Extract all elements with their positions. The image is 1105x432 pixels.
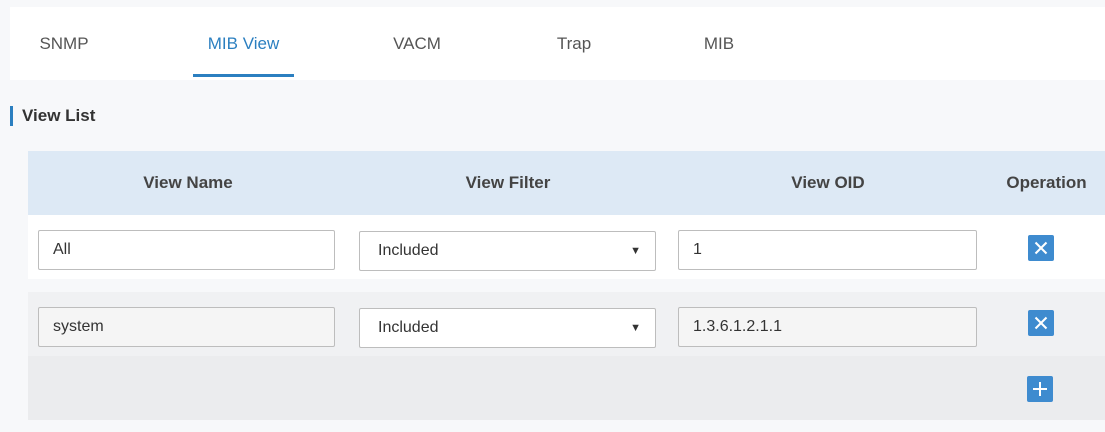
tab-vacm[interactable]: VACM (380, 7, 454, 80)
view-name-input[interactable] (38, 230, 335, 270)
plus-icon (1033, 382, 1047, 396)
table-row: Included ▼ (28, 292, 1105, 356)
tab-trap[interactable]: Trap (543, 7, 605, 80)
add-row (28, 356, 1105, 420)
column-header-view-name: View Name (143, 173, 233, 192)
tab-mib[interactable]: MIB (693, 7, 745, 80)
column-header-view-oid: View OID (791, 173, 865, 192)
close-icon (1034, 316, 1048, 330)
view-filter-value: Included (378, 242, 439, 259)
table-header: View Name View Filter View OID Operation (28, 151, 1105, 215)
delete-row-button[interactable] (1028, 310, 1054, 336)
view-oid-input[interactable] (678, 307, 977, 347)
view-filter-select[interactable]: Included ▼ (359, 231, 656, 271)
add-row-button[interactable] (1027, 376, 1053, 402)
tab-mib-view[interactable]: MIB View (193, 7, 294, 80)
close-icon (1034, 241, 1048, 255)
column-header-view-filter: View Filter (465, 173, 551, 192)
table-row: Included ▼ (28, 215, 1105, 279)
tab-snmp[interactable]: SNMP (24, 7, 104, 80)
caret-down-icon: ▼ (630, 245, 641, 257)
section-title: View List (10, 106, 95, 126)
mib-view-page: SNMP MIB View VACM Trap MIB View List Vi… (0, 0, 1105, 432)
view-name-input[interactable] (38, 307, 335, 347)
tab-bar: SNMP MIB View VACM Trap MIB (10, 7, 1105, 80)
view-oid-input[interactable] (678, 230, 977, 270)
view-filter-select[interactable]: Included ▼ (359, 308, 656, 348)
view-filter-value: Included (378, 319, 439, 336)
caret-down-icon: ▼ (630, 322, 641, 334)
column-header-operation: Operation (1006, 173, 1087, 192)
delete-row-button[interactable] (1028, 235, 1054, 261)
